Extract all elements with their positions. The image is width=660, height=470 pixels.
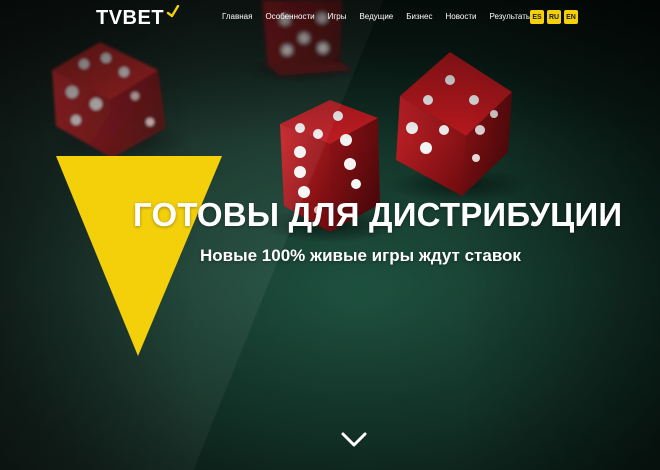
nav-item-games[interactable]: Игры [328, 12, 347, 21]
tvbet-logo[interactable]: TVBET [96, 5, 180, 29]
language-en-button[interactable]: EN [564, 10, 578, 24]
nav-item-news[interactable]: Новости [446, 12, 477, 21]
main-nav: Главная Особенности Игры Ведущие Бизнес … [222, 12, 532, 21]
yellow-triangle [56, 156, 222, 356]
nav-item-presenters[interactable]: Ведущие [359, 12, 393, 21]
nav-item-business[interactable]: Бизнес [406, 12, 432, 21]
top-navigation-bar: TVBET Главная Особенности Игры Ведущие Б… [0, 0, 660, 36]
language-switcher: ES RU EN [530, 10, 578, 24]
hero-headline: ГОТОВЫ ДЛЯ ДИСТРИБУЦИИ [133, 196, 623, 233]
language-ru-button[interactable]: RU [547, 10, 561, 24]
chevron-down-icon[interactable] [340, 430, 368, 450]
logo-checkmark-icon [166, 5, 180, 18]
hero-subheadline: Новые 100% живые игры ждут ставок [200, 246, 521, 265]
nav-item-results[interactable]: Результаты [489, 12, 531, 21]
logo-text: TVBET [96, 7, 165, 29]
nav-item-home[interactable]: Главная [222, 12, 252, 21]
nav-item-features[interactable]: Особенности [265, 12, 314, 21]
hero-section: TVBET Главная Особенности Игры Ведущие Б… [0, 0, 660, 470]
language-es-button[interactable]: ES [530, 10, 544, 24]
